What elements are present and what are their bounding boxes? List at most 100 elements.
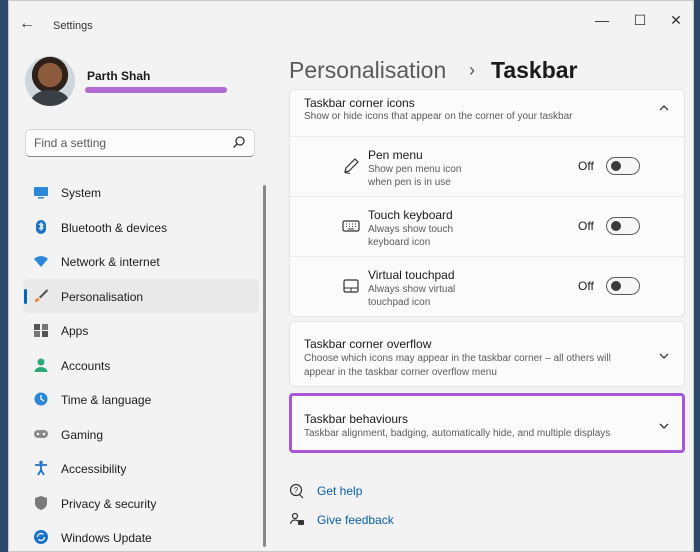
chevron-down-icon[interactable] — [658, 350, 670, 362]
sidebar-item-accounts[interactable]: Accounts — [23, 348, 259, 383]
sidebar-item-windows-update[interactable]: Windows Update — [23, 520, 259, 551]
wifi-icon — [34, 256, 48, 267]
sidebar-item-label: Time & language — [61, 393, 152, 407]
sidebar-item-apps[interactable]: Apps — [23, 313, 259, 348]
touch-keyboard-desc-line: keyboard icon — [368, 237, 431, 248]
virtual-touchpad-desc: Always show virtual touchpad icon — [368, 283, 508, 309]
give-feedback-label[interactable]: Give feedback — [317, 513, 394, 527]
sidebar-item-label: Privacy & security — [61, 496, 157, 511]
active-indicator — [24, 288, 27, 304]
title-bar: ← Settings — ☐ ✕ — [9, 1, 693, 45]
pen-menu-title: Pen menu — [368, 148, 423, 162]
brush-icon — [35, 288, 48, 302]
search-input[interactable] — [26, 130, 226, 156]
touch-keyboard-desc-line: Always show touch — [368, 224, 454, 235]
behaviours-title: Taskbar behaviours — [304, 412, 409, 426]
touch-keyboard-row: Touch keyboard Always show touch keyboard… — [290, 196, 684, 256]
sidebar-item-label: System — [61, 186, 102, 200]
chevron-up-icon[interactable] — [658, 102, 670, 114]
corner-overflow-subtitle-line: Choose which icons may appear in the tas… — [304, 353, 611, 364]
sidebar-item-label: Bluetooth & devices — [61, 220, 168, 235]
corner-icons-subtitle: Show or hide icons that appear on the co… — [304, 111, 573, 122]
globe-clock-icon — [34, 392, 48, 406]
pen-menu-toggle[interactable] — [606, 157, 640, 175]
corner-icons-card: Taskbar corner icons Show or hide icons … — [289, 89, 685, 317]
sidebar-item-label: Accessibility — [61, 462, 127, 476]
corner-overflow-card[interactable]: Taskbar corner overflow Choose which ico… — [289, 321, 685, 387]
sidebar-item-system[interactable]: System — [23, 175, 259, 210]
email-redaction — [85, 87, 227, 93]
user-name: Parth Shah — [87, 69, 151, 83]
sidebar-item-personalisation[interactable]: Personalisation — [23, 278, 259, 313]
sidebar-item-time-language[interactable]: Time & language — [23, 382, 259, 417]
pen-menu-desc-line: Show pen menu icon — [368, 164, 462, 175]
search-box[interactable] — [25, 129, 255, 157]
accessibility-icon — [35, 460, 47, 476]
sidebar-nav: System Bluetooth & devices Network & int… — [23, 175, 259, 551]
virtual-touchpad-desc-line: Always show virtual — [368, 284, 456, 295]
virtual-touchpad-state: Off — [578, 279, 594, 293]
window-title: Settings — [53, 20, 93, 32]
pen-menu-desc: Show pen menu icon when pen is in use — [368, 163, 508, 189]
breadcrumb-separator: › — [469, 60, 475, 80]
sidebar-item-accessibility[interactable]: Accessibility — [23, 451, 259, 486]
toggle-knob — [611, 221, 621, 231]
search-icon[interactable] — [232, 135, 246, 149]
corner-icons-header[interactable]: Taskbar corner icons Show or hide icons … — [290, 90, 684, 136]
sidebar-item-label: Network & internet — [61, 255, 160, 269]
corner-overflow-title: Taskbar corner overflow — [304, 337, 432, 351]
close-button[interactable]: ✕ — [661, 11, 691, 31]
bluetooth-icon — [36, 219, 46, 234]
gamepad-icon — [34, 429, 48, 438]
touch-keyboard-desc: Always show touch keyboard icon — [368, 223, 508, 249]
virtual-touchpad-toggle[interactable] — [606, 277, 640, 295]
touch-keyboard-toggle[interactable] — [606, 217, 640, 235]
sidebar-item-label: Accounts — [61, 358, 111, 373]
pen-menu-row: Pen menu Show pen menu icon when pen is i… — [290, 136, 684, 196]
corner-overflow-subtitle-line: appear in the taskbar corner overflow me… — [304, 367, 497, 378]
minimize-button[interactable]: — — [587, 11, 617, 31]
behaviours-card[interactable]: Taskbar behaviours Taskbar alignment, ba… — [289, 393, 685, 453]
sidebar-item-network[interactable]: Network & internet — [23, 244, 259, 279]
behaviours-subtitle: Taskbar alignment, badging, automaticall… — [304, 428, 611, 439]
sidebar-item-bluetooth[interactable]: Bluetooth & devices — [23, 210, 259, 245]
system-icon — [34, 187, 48, 199]
sidebar-item-label: Personalisation — [61, 289, 144, 304]
pen-menu-desc-line: when pen is in use — [368, 177, 451, 188]
toggle-knob — [611, 281, 621, 291]
maximize-button[interactable]: ☐ — [625, 11, 655, 31]
sidebar-scrollbar[interactable] — [263, 185, 266, 547]
virtual-touchpad-row: Virtual touchpad Always show virtual touc… — [290, 256, 684, 316]
svg-text:?: ? — [294, 486, 299, 495]
virtual-touchpad-title: Virtual touchpad — [368, 268, 455, 282]
chevron-down-icon[interactable] — [658, 420, 670, 432]
page-title: Taskbar — [491, 57, 578, 83]
feedback-icon — [289, 512, 304, 525]
keyboard-icon — [342, 220, 360, 232]
back-button[interactable]: ← — [19, 15, 41, 35]
toggle-knob — [611, 161, 621, 171]
touch-keyboard-title: Touch keyboard — [368, 208, 453, 222]
apps-icon — [34, 324, 48, 337]
sidebar-item-label: Gaming — [61, 427, 104, 442]
sidebar-item-label: Apps — [61, 324, 89, 338]
pen-icon — [344, 158, 359, 174]
breadcrumb-parent[interactable]: Personalisation — [289, 57, 446, 84]
pen-menu-state: Off — [578, 159, 594, 173]
avatar-body — [31, 90, 69, 106]
virtual-touchpad-desc-line: touchpad icon — [368, 297, 431, 308]
touch-keyboard-state: Off — [578, 219, 594, 233]
sidebar-item-privacy-security[interactable]: Privacy & security — [23, 486, 259, 521]
sidebar-item-gaming[interactable]: Gaming — [23, 417, 259, 452]
corner-overflow-subtitle: Choose which icons may appear in the tas… — [304, 352, 611, 380]
settings-window: ← Settings — ☐ ✕ Parth Shah System Bluet… — [8, 0, 694, 552]
sidebar-item-label: Windows Update — [61, 531, 152, 545]
corner-icons-title: Taskbar corner icons — [304, 96, 415, 110]
touchpad-icon — [343, 279, 359, 293]
help-icon: ? — [289, 483, 304, 499]
update-icon — [34, 530, 48, 544]
get-help-label[interactable]: Get help — [317, 484, 362, 498]
avatar[interactable] — [25, 56, 75, 106]
shield-icon — [35, 495, 47, 510]
accounts-icon — [34, 358, 48, 372]
